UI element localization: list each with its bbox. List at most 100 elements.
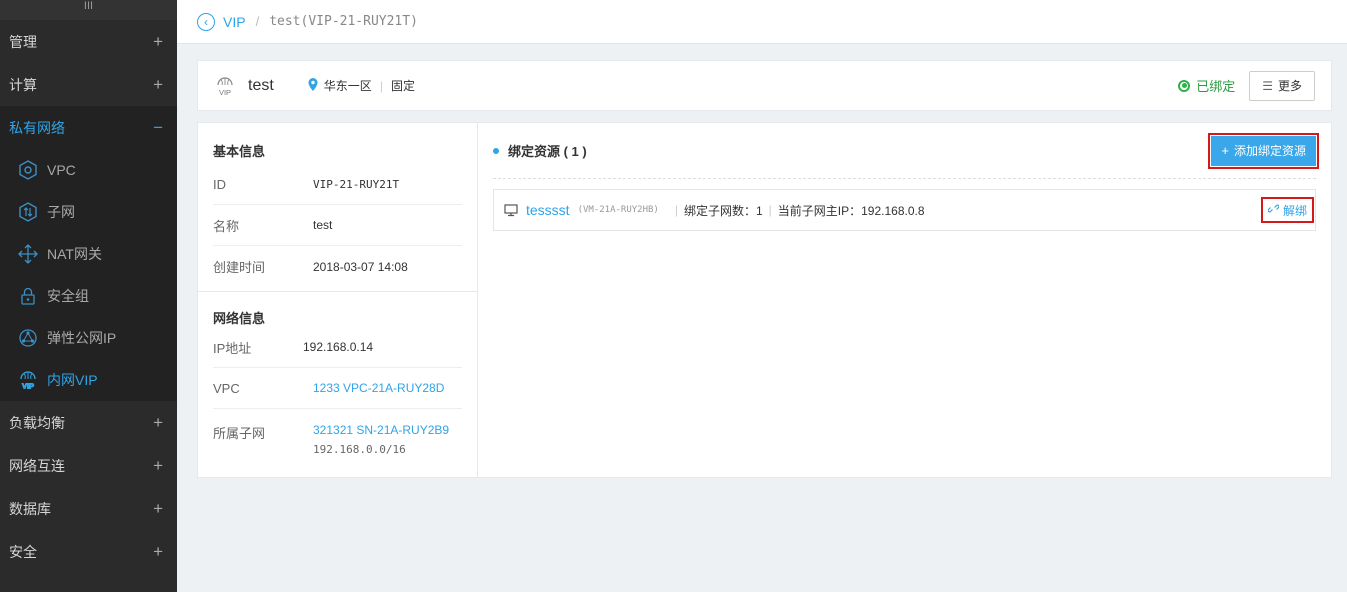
info-key: IP地址 xyxy=(213,340,252,356)
network-info-title: 网络信息 xyxy=(213,311,266,326)
sidebar-item-eip[interactable]: 弹性公网IP xyxy=(0,317,177,359)
sidebar-section-label: 计算 xyxy=(9,76,37,93)
sidebar-item-label: 安全组 xyxy=(47,288,89,304)
unbind-label: 解绑 xyxy=(1282,203,1307,218)
resource-title-bar: VIP test 华东一区 | 固定 已绑定 ☰ 更多 xyxy=(197,60,1332,111)
sidebar-section-compute[interactable]: 计算 + xyxy=(0,63,177,106)
vip-logo-icon: VIP xyxy=(214,75,236,97)
subnet-cidr: 192.168.0.0/16 xyxy=(313,443,406,456)
lock-icon xyxy=(18,286,38,306)
sidebar-item-label: NAT网关 xyxy=(47,246,102,262)
vpc-icon xyxy=(18,160,38,180)
vip-icon: VIP xyxy=(18,370,38,390)
bound-resources-panel: 绑定资源 ( 1 ) + 添加绑定资源 tesssst (VM-21A-RUY2… xyxy=(478,123,1331,477)
breadcrumb-parent-link[interactable]: VIP xyxy=(223,14,246,30)
sidebar-section-security[interactable]: 安全 + xyxy=(0,530,177,573)
bullet-icon xyxy=(493,147,499,154)
bound-resources-title: 绑定资源 ( 1 ) xyxy=(508,144,587,159)
page-title: test xyxy=(248,76,274,94)
detail-card: 基本信息 ID VIP-21-RUY21T 名称 test 创建时间 2018-… xyxy=(197,122,1332,478)
subnet-values: 321321 SN-21A-RUY2B9 192.168.0.0/16 xyxy=(313,423,449,456)
subnet-link[interactable]: 321321 SN-21A-RUY2B9 xyxy=(313,423,449,437)
sidebar-item-vip[interactable]: VIP 内网VIP xyxy=(0,359,177,401)
sidebar-section-label: 安全 xyxy=(9,543,37,560)
main-ip: 当前子网主IP：192.168.0.8 xyxy=(777,203,925,218)
sidebar-section-label: 负载均衡 xyxy=(9,414,65,431)
info-key: VPC xyxy=(213,380,240,396)
add-button-label: 添加绑定资源 xyxy=(1233,144,1306,158)
sidebar-item-label: 内网VIP xyxy=(47,372,98,388)
status-dot-icon xyxy=(1178,79,1191,92)
menu-icon: ☰ xyxy=(1262,78,1273,93)
sidebar-item-nat-gateway[interactable]: NAT网关 xyxy=(0,233,177,275)
resource-name-link[interactable]: tesssst xyxy=(526,202,570,218)
breadcrumb-current: test(VIP-21-RUY21T) xyxy=(269,14,418,29)
plus-icon: + xyxy=(153,74,163,94)
subnet-icon xyxy=(18,202,38,222)
sidebar-section-manage[interactable]: 管理 + xyxy=(0,20,177,63)
vip-logo-text: VIP xyxy=(219,88,231,97)
sidebar-section-label: 数据库 xyxy=(9,500,51,517)
list-item: tesssst (VM-21A-RUY2HB) | 绑定子网数：1 | 当前子网… xyxy=(493,189,1316,231)
add-bound-resource-button[interactable]: + 添加绑定资源 xyxy=(1208,132,1319,169)
info-key: ID xyxy=(213,176,226,192)
info-value: VIP-21-RUY21T xyxy=(313,177,400,191)
more-button[interactable]: ☰ 更多 xyxy=(1249,70,1315,101)
eip-icon xyxy=(18,328,38,348)
unlink-icon xyxy=(1267,203,1280,217)
sidebar-item-label: 弹性公网IP xyxy=(47,330,117,346)
info-row-id: ID VIP-21-RUY21T xyxy=(213,164,462,205)
sidebar-submenu: VPC 子网 NAT网关 安全组 弹性公网IP VIP 内网VIP xyxy=(0,149,177,401)
plus-icon: + xyxy=(153,412,163,432)
monitor-icon xyxy=(504,203,518,217)
status-badge: 已绑定 xyxy=(1196,79,1236,94)
info-row-subnet: 所属子网 321321 SN-21A-RUY2B9 192.168.0.0/16 xyxy=(213,409,462,461)
resource-id: (VM-21A-RUY2HB) xyxy=(577,205,659,215)
sidebar-item-security-group[interactable]: 安全组 xyxy=(0,275,177,317)
sidebar-section-interconnect[interactable]: 网络互连 + xyxy=(0,444,177,487)
location-pin-icon xyxy=(308,77,318,94)
info-key: 创建时间 xyxy=(213,260,266,275)
info-panel: 基本信息 ID VIP-21-RUY21T 名称 test 创建时间 2018-… xyxy=(198,123,478,477)
plus-icon: + xyxy=(153,31,163,51)
vpc-link[interactable]: 1233 VPC-21A-RUY28D xyxy=(313,381,444,395)
sidebar-section-label: 私有网络 xyxy=(9,119,65,136)
info-row-created: 创建时间 2018-03-07 14:08 xyxy=(213,246,462,287)
sidebar-section-label: 管理 xyxy=(9,33,37,50)
plus-icon: + xyxy=(1221,143,1229,158)
unbind-button[interactable]: 解绑 xyxy=(1260,197,1315,223)
info-key: 名称 xyxy=(213,218,240,234)
bound-resources-header: 绑定资源 ( 1 ) + 添加绑定资源 xyxy=(493,123,1319,179)
plus-icon: + xyxy=(153,498,163,518)
info-value: test xyxy=(313,218,333,232)
sidebar-item-vpc[interactable]: VPC xyxy=(0,149,177,191)
sidebar-section-load-balancer[interactable]: 负载均衡 + xyxy=(0,401,177,444)
info-value: 192.168.0.14 xyxy=(303,340,374,354)
divider: | xyxy=(768,203,772,217)
subnet-count: 绑定子网数：1 xyxy=(683,203,763,218)
sidebar-section-label: 网络互连 xyxy=(9,457,65,474)
sidebar: III 管理 + 计算 + 私有网络 − VPC 子网 NAT网关 安全组 弹性… xyxy=(0,0,177,592)
sidebar-collapse-grip[interactable]: III xyxy=(0,0,177,20)
back-icon[interactable]: ‹ xyxy=(197,12,215,31)
info-row-ip: IP地址 192.168.0.14 xyxy=(213,327,462,368)
region-label: 华东一区 xyxy=(323,79,372,93)
sidebar-section-database[interactable]: 数据库 + xyxy=(0,487,177,530)
more-button-label: 更多 xyxy=(1277,79,1302,93)
sidebar-item-label: 子网 xyxy=(47,204,75,220)
divider: | xyxy=(379,78,383,93)
plus-icon: + xyxy=(153,541,163,561)
info-value: 2018-03-07 14:08 xyxy=(313,259,408,274)
sidebar-item-subnet[interactable]: 子网 xyxy=(0,191,177,233)
breadcrumb: ‹ VIP / test(VIP-21-RUY21T) xyxy=(177,0,1347,44)
info-key: 所属子网 xyxy=(213,426,266,441)
info-row-vpc: VPC 1233 VPC-21A-RUY28D xyxy=(213,368,462,409)
divider: | xyxy=(674,203,678,217)
minus-icon: − xyxy=(153,117,163,137)
plus-icon: + xyxy=(153,455,163,475)
vip-type-label: 固定 xyxy=(390,79,415,93)
sidebar-section-private-network[interactable]: 私有网络 − xyxy=(0,106,177,149)
breadcrumb-separator: / xyxy=(255,14,260,29)
info-row-name: 名称 test xyxy=(213,205,462,246)
nat-gateway-icon xyxy=(18,244,38,264)
